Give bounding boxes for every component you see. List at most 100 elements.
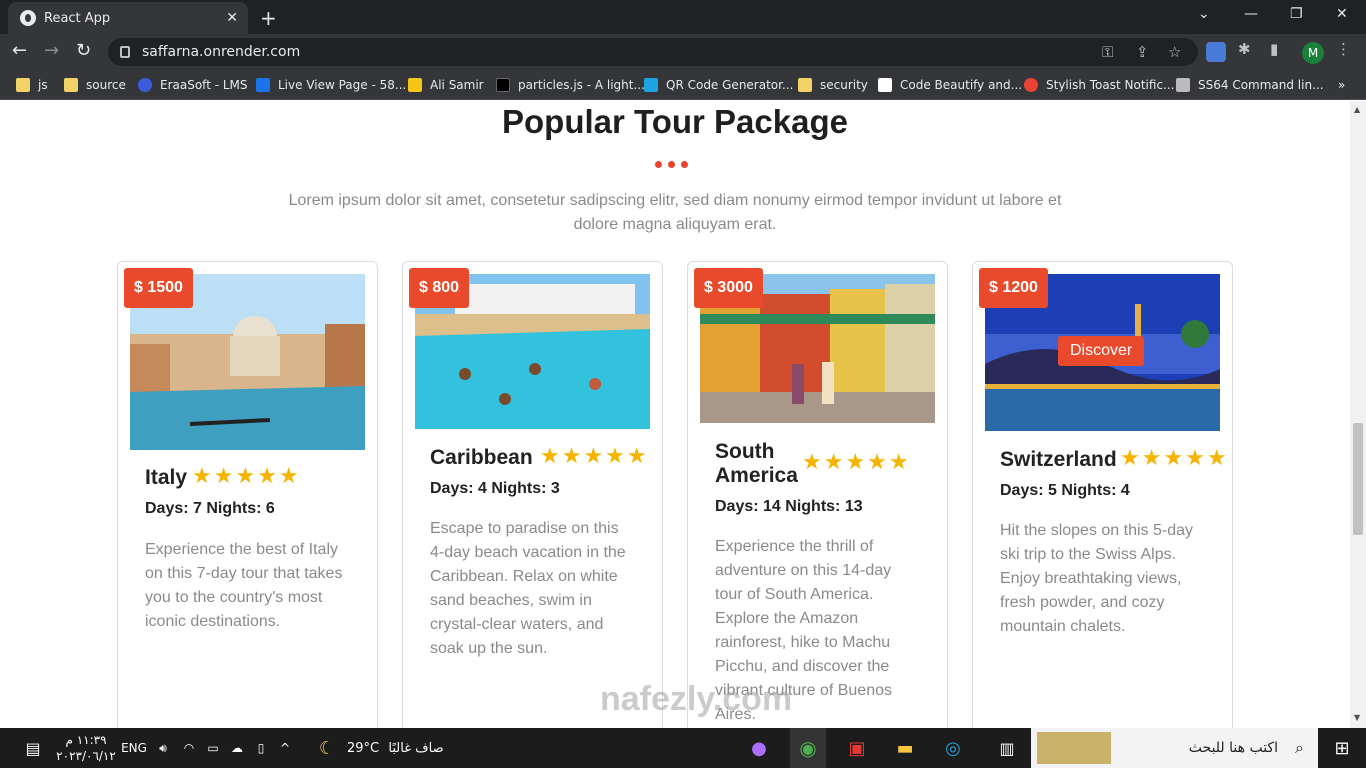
particles-icon [496, 78, 510, 92]
eraasoft-icon [138, 78, 152, 92]
price-badge: $ 1200 [979, 268, 1048, 308]
bookmark-item[interactable]: source [64, 76, 126, 94]
url-text: saffarna.onrender.com [142, 44, 301, 60]
bookmark-item[interactable]: QR Code Generator... [644, 76, 793, 94]
tour-card[interactable]: Discover $ 1200 Switzerland ★★★★★ Days: … [972, 261, 1233, 728]
battery-icon[interactable]: ▭ [204, 728, 222, 768]
device-icon[interactable]: ▯ [252, 728, 270, 768]
price-badge: $ 1500 [124, 268, 193, 308]
bookmark-item[interactable]: security [798, 76, 868, 94]
back-icon[interactable]: ← [12, 40, 27, 61]
tour-duration: Days: 14 Nights: 13 [715, 498, 863, 515]
watermark-text: nafezly.com [600, 680, 793, 718]
weather-text[interactable]: صاف غالبًا [384, 728, 448, 768]
search-highlight-image [1037, 732, 1111, 764]
app-icon[interactable]: ▣ [842, 728, 872, 768]
minimize-icon[interactable]: — [1244, 6, 1258, 22]
file-explorer-icon[interactable]: ▬ [890, 728, 920, 768]
folder-icon [64, 78, 78, 92]
weather-moon-icon[interactable]: ☾ [314, 728, 340, 768]
price-badge: $ 800 [409, 268, 470, 308]
scroll-down-icon[interactable]: ▼ [1354, 713, 1360, 722]
weather-temp[interactable]: 29°C [346, 728, 380, 768]
bookmark-item[interactable]: js [16, 76, 48, 94]
ss64-icon [1176, 78, 1190, 92]
menu-kebab-icon[interactable]: ⋮ [1336, 40, 1351, 58]
tour-card[interactable]: $ 3000 South America ★★★★★ Days: 14 Nigh… [687, 261, 948, 728]
bookmark-star-icon[interactable]: ☆ [1168, 43, 1181, 61]
bookmark-item[interactable]: Stylish Toast Notific... [1024, 76, 1174, 94]
browser-tab[interactable]: React App ✕ [8, 2, 248, 34]
tour-duration: Days: 4 Nights: 3 [430, 480, 560, 497]
search-icon: ⌕ [1295, 738, 1304, 757]
app-icon[interactable]: ● [744, 728, 774, 768]
bookmark-item[interactable]: particles.js - A light... [496, 76, 645, 94]
lock-icon[interactable] [120, 46, 130, 58]
browser-titlebar: React App ✕ + ⌄ — ❐ ✕ [0, 0, 1366, 34]
bookmark-item[interactable]: Code Beautify and... [878, 76, 1022, 94]
tour-description: Hit the slopes on this 5-day ski trip to… [1000, 522, 1193, 635]
address-bar[interactable]: saffarna.onrender.com ⚿ ⇪ ☆ [108, 38, 1198, 66]
section-title: Popular Tour Package [502, 103, 848, 140]
bookmark-item[interactable]: EraaSoft - LMS [138, 76, 248, 94]
bookmarks-bar: js source EraaSoft - LMS Live View Page … [0, 70, 1366, 100]
search-placeholder: اكتب هنا للبحث [1188, 740, 1278, 756]
tour-card[interactable]: $ 1500 Italy ★★★★★ Days: 7 Nights: 6 Exp… [117, 261, 378, 728]
volume-icon[interactable]: 🔊︎ [154, 728, 172, 768]
tour-card[interactable]: $ 800 Caribbean ★★★★★ Days: 4 Nights: 3 … [402, 261, 663, 728]
ali-samir-icon [408, 78, 422, 92]
more-bookmarks-icon[interactable]: » [1338, 76, 1345, 94]
tab-close-icon[interactable]: ✕ [226, 10, 238, 26]
code-beautify-icon [878, 78, 892, 92]
tour-description: Experience the best of Italy on this 7-d… [145, 541, 343, 630]
task-view-icon[interactable]: ▥ [992, 728, 1022, 768]
tour-title: Switzerland [1000, 448, 1117, 471]
edge-icon[interactable]: ◎ [938, 728, 968, 768]
new-tab-button[interactable]: + [260, 6, 277, 30]
rating-stars-icon: ★★★★★ [1120, 446, 1229, 471]
page-content: Popular Tour Package Lorem ipsum dolor s… [0, 101, 1350, 728]
key-icon[interactable]: ⚿ [1102, 43, 1113, 61]
network-icon[interactable]: ◠ [180, 728, 198, 768]
language-indicator[interactable]: ENG [120, 728, 148, 768]
chrome-icon[interactable]: ◉ [790, 728, 826, 768]
tm-icon [256, 78, 270, 92]
window-close-icon[interactable]: ✕ [1336, 6, 1348, 22]
scrollbar-thumb[interactable] [1353, 423, 1363, 535]
section-lead: Lorem ipsum dolor sit amet, consetetur s… [288, 192, 1062, 233]
forward-icon[interactable]: → [44, 40, 59, 61]
restore-icon[interactable]: ❐ [1290, 6, 1303, 22]
clock-date: ٢٠٢٣/٠٦/١٢ [56, 749, 116, 763]
price-badge: $ 3000 [694, 268, 763, 308]
bookmark-item[interactable]: Ali Samir [408, 76, 484, 94]
bookmark-item[interactable]: SS64 Command lin... [1176, 76, 1324, 94]
clock[interactable]: ١١:٣٩ م ٢٠٢٣/٠٦/١٢ [56, 728, 116, 768]
windows-start-icon[interactable]: ⊞ [1326, 728, 1358, 768]
tab-title: React App [44, 10, 111, 26]
extensions-puzzle-icon[interactable]: ✱ [1238, 40, 1251, 58]
notifications-icon[interactable]: ▤ [20, 728, 46, 768]
profile-avatar[interactable]: M [1302, 42, 1324, 64]
clock-time: ١١:٣٩ م [65, 733, 107, 747]
onedrive-icon[interactable]: ☁︎ [228, 728, 246, 768]
scroll-up-icon[interactable]: ▲ [1354, 105, 1360, 114]
show-hidden-icons[interactable]: ^ [276, 728, 294, 768]
share-icon[interactable]: ⇪ [1136, 43, 1149, 61]
tab-search-icon[interactable]: ⌄ [1198, 6, 1210, 22]
bookmark-item[interactable]: Live View Page - 58... [256, 76, 406, 94]
side-panel-icon[interactable]: ▮ [1270, 40, 1278, 58]
tour-duration: Days: 5 Nights: 4 [1000, 482, 1130, 499]
tour-title: South America [715, 440, 798, 487]
toast-icon [1024, 78, 1038, 92]
folder-icon [798, 78, 812, 92]
page-scrollbar[interactable]: ▲ ▼ [1350, 101, 1366, 728]
discover-button[interactable]: Discover [1058, 336, 1145, 366]
reload-icon[interactable]: ↻ [76, 40, 91, 61]
browser-toolbar: ← → ↻ saffarna.onrender.com ⚿ ⇪ ☆ ✱ ▮ ⋮ [0, 34, 1366, 70]
taskbar-search[interactable]: اكتب هنا للبحث ⌕ [1031, 728, 1318, 768]
rating-stars-icon: ★★★★★ [192, 464, 301, 489]
translate-extension-icon[interactable] [1206, 42, 1226, 62]
title-divider-dots [655, 161, 688, 168]
qr-code-icon [644, 78, 658, 92]
folder-icon [16, 78, 30, 92]
